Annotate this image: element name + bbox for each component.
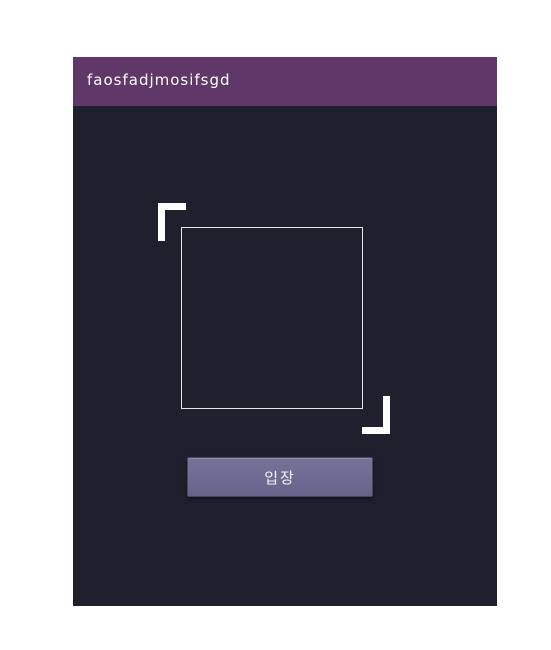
enter-button[interactable]: 입장: [187, 457, 373, 497]
title-bar: faosfadjmosifsgd: [73, 57, 497, 106]
capture-frame: [181, 227, 363, 409]
app-title: faosfadjmosifsgd: [87, 71, 231, 89]
corner-bracket-bottom-right-icon: [362, 396, 390, 434]
app-window: faosfadjmosifsgd 입장: [73, 57, 497, 606]
